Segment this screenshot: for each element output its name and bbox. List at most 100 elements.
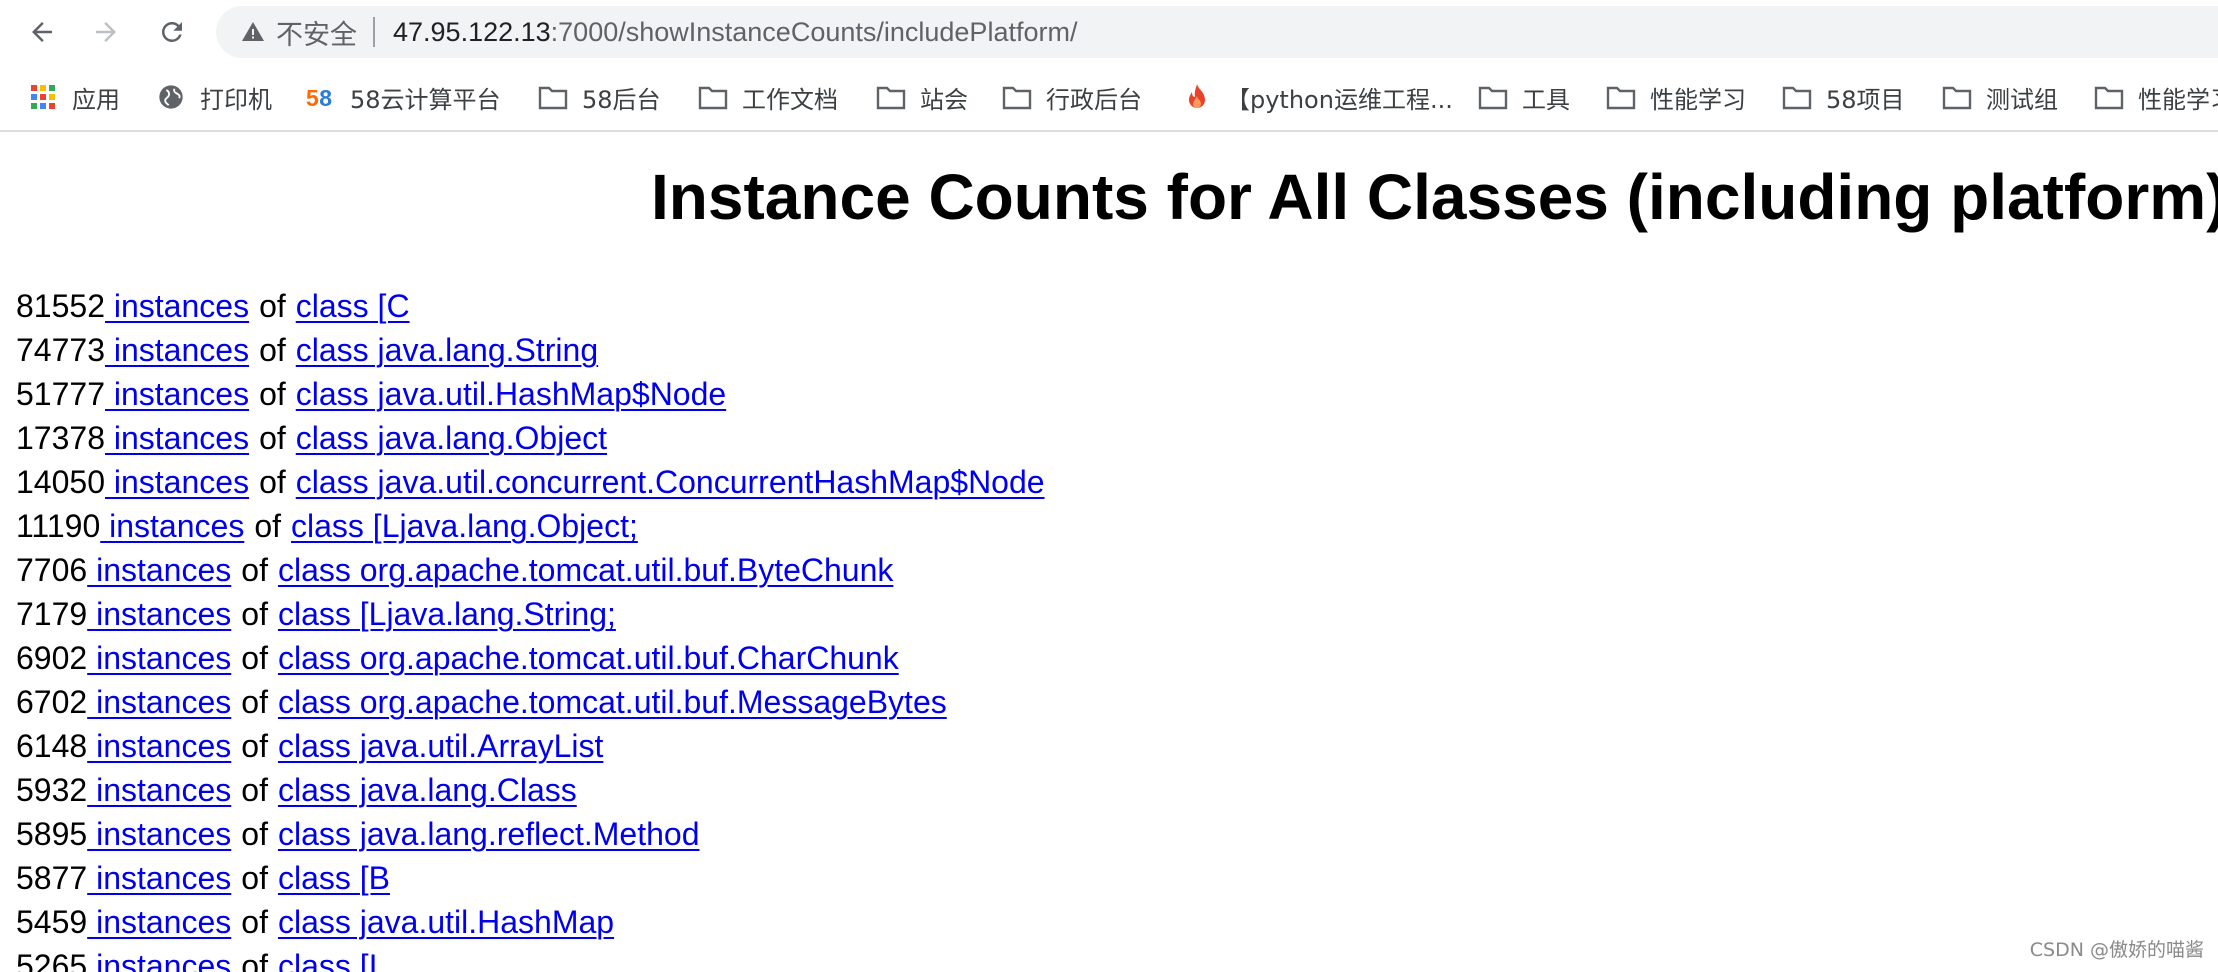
bookmark-python-ops[interactable]: 【python运维工程... [1182,64,1453,130]
bookmark-label: 【python运维工程... [1226,85,1453,114]
bookmark-58-cloud[interactable]: 5 8 58云计算平台 [306,64,501,130]
instance-count-row: 7179 instances of class [Ljava.lang.String… [16,592,1045,636]
class-link[interactable]: class java.util.ArrayList [278,728,603,764]
bookmark-label: 打印机 [200,85,272,114]
instance-count-row: 5895 instances of class java.lang.reflect.… [16,812,1045,856]
folder-icon [1002,82,1032,112]
address-separator [373,17,375,47]
bookmark-label: 58后台 [582,85,661,114]
instance-count-row: 5932 instances of class java.lang.Class [16,768,1045,812]
bookmark-printer[interactable]: 打印机 [156,64,272,130]
folder-icon [1942,82,1972,112]
class-link[interactable]: class java.lang.String [296,332,598,368]
class-link[interactable]: class org.apache.tomcat.util.buf.Message… [278,684,947,720]
folder-icon [1782,82,1812,112]
of-text: of [259,376,286,412]
bookmark-label: 性能学习 [1650,85,1746,114]
instance-count-row: 6148 instances of class java.util.ArrayLis… [16,724,1045,768]
instance-count: 81552 [16,288,105,324]
instances-link[interactable]: instances [105,420,249,456]
class-link[interactable]: class java.util.concurrent.ConcurrentHas… [296,464,1045,500]
instances-link[interactable]: instances [87,948,231,972]
class-link[interactable]: class java.lang.Object [296,420,607,456]
instance-count-row: 51777 instances of class java.util.HashMap… [16,372,1045,416]
bookmark-label: 58项目 [1826,85,1905,114]
instance-count: 5895 [16,816,88,852]
bookmarks-bar: 应用 打印机 5 8 58云计算平台 58后台 工作文档 站会 行政后台 【py… [0,64,2218,132]
page-content: Instance Counts for All Classes (includi… [0,132,2218,972]
bookmark-folder-test-group[interactable]: 测试组 [1942,64,2058,130]
instance-count: 74773 [16,332,105,368]
url-text[interactable]: 47.95.122.13:7000/showInstanceCounts/inc… [393,17,1077,48]
bookmark-folder-standup[interactable]: 站会 [876,64,968,130]
instance-count: 5877 [16,860,88,896]
bookmark-label: 性能学习 [2138,85,2218,114]
class-link[interactable]: class java.util.HashMap$Node [296,376,726,412]
class-link[interactable]: class java.lang.Class [278,772,577,808]
instances-link[interactable]: instances [105,332,249,368]
class-link[interactable]: class java.lang.reflect.Method [278,816,700,852]
instances-link[interactable]: instances [87,640,231,676]
of-text: of [241,728,268,764]
of-text: of [259,420,286,456]
folder-icon [876,82,906,112]
instances-link[interactable]: instances [87,772,231,808]
instance-count-row: 7706 instances of class org.apache.tomcat.… [16,548,1045,592]
bookmark-folder-tools[interactable]: 工具 [1478,64,1570,130]
of-text: of [241,772,268,808]
browser-toolbar: 不安全 47.95.122.13:7000/showInstanceCounts… [0,0,2218,64]
instance-count: 51777 [16,376,105,412]
class-link[interactable]: class [Ljava.lang.String; [278,596,616,632]
bookmark-label: 58云计算平台 [350,85,501,114]
back-button[interactable] [22,12,62,52]
class-link[interactable]: class [B [278,860,390,896]
instance-count-row: 6902 instances of class org.apache.tomcat.… [16,636,1045,680]
instances-link[interactable]: instances [87,860,231,896]
58-logo-icon: 5 8 [306,82,336,112]
instances-link[interactable]: instances [87,904,231,940]
instances-link[interactable]: instances [87,816,231,852]
instance-count-row: 6702 instances of class org.apache.tomcat.… [16,680,1045,724]
bookmark-folder-work-docs[interactable]: 工作文档 [698,64,838,130]
bookmark-folder-perf-study[interactable]: 性能学习 [1606,64,1746,130]
bookmark-folder-58-projects[interactable]: 58项目 [1782,64,1905,130]
instances-link[interactable]: instances [87,684,231,720]
class-link[interactable]: class org.apache.tomcat.util.buf.ByteChu… [278,552,893,588]
address-bar[interactable]: 不安全 47.95.122.13:7000/showInstanceCounts… [216,6,2218,58]
instance-count: 6148 [16,728,88,764]
instances-link[interactable]: instances [105,376,249,412]
of-text: of [241,816,268,852]
instances-link[interactable]: instances [105,464,249,500]
bookmark-folder-admin-backend[interactable]: 行政后台 [1002,64,1142,130]
class-link[interactable]: class [I [278,948,378,972]
instances-link[interactable]: instances [105,288,249,324]
instances-link[interactable]: instances [87,596,231,632]
instance-count: 6702 [16,684,88,720]
reload-button[interactable] [152,12,192,52]
class-link[interactable]: class [Ljava.lang.Object; [291,508,638,544]
of-text: of [241,904,268,940]
arrow-right-icon [96,22,116,42]
class-link[interactable]: class java.util.HashMap [278,904,614,940]
url-host: 47.95.122.13 [393,16,551,47]
instance-count: 5459 [16,904,88,940]
instances-link[interactable]: instances [87,552,231,588]
instances-link[interactable]: instances [100,508,244,544]
bookmark-folder-perf-study-2[interactable]: 性能学习 [2094,64,2218,130]
forward-button[interactable] [86,12,126,52]
instance-count: 7179 [16,596,88,632]
class-link[interactable]: class org.apache.tomcat.util.buf.CharChu… [278,640,899,676]
class-link[interactable]: class [C [296,288,410,324]
instances-link[interactable]: instances [87,728,231,764]
bookmark-label: 行政后台 [1046,85,1142,114]
bookmark-apps[interactable]: 应用 [28,64,120,130]
of-text: of [254,508,281,544]
csdn-watermark: CSDN @傲娇的喵酱 [2029,939,2204,961]
svg-text:5: 5 [306,85,319,111]
bookmark-folder-58-admin[interactable]: 58后台 [538,64,661,130]
instance-count-row: 5877 instances of class [B [16,856,1045,900]
instance-count: 11190 [16,508,101,544]
svg-text:8: 8 [319,85,332,111]
insecure-label[interactable]: 不安全 [276,13,357,52]
warning-icon[interactable] [240,19,266,45]
